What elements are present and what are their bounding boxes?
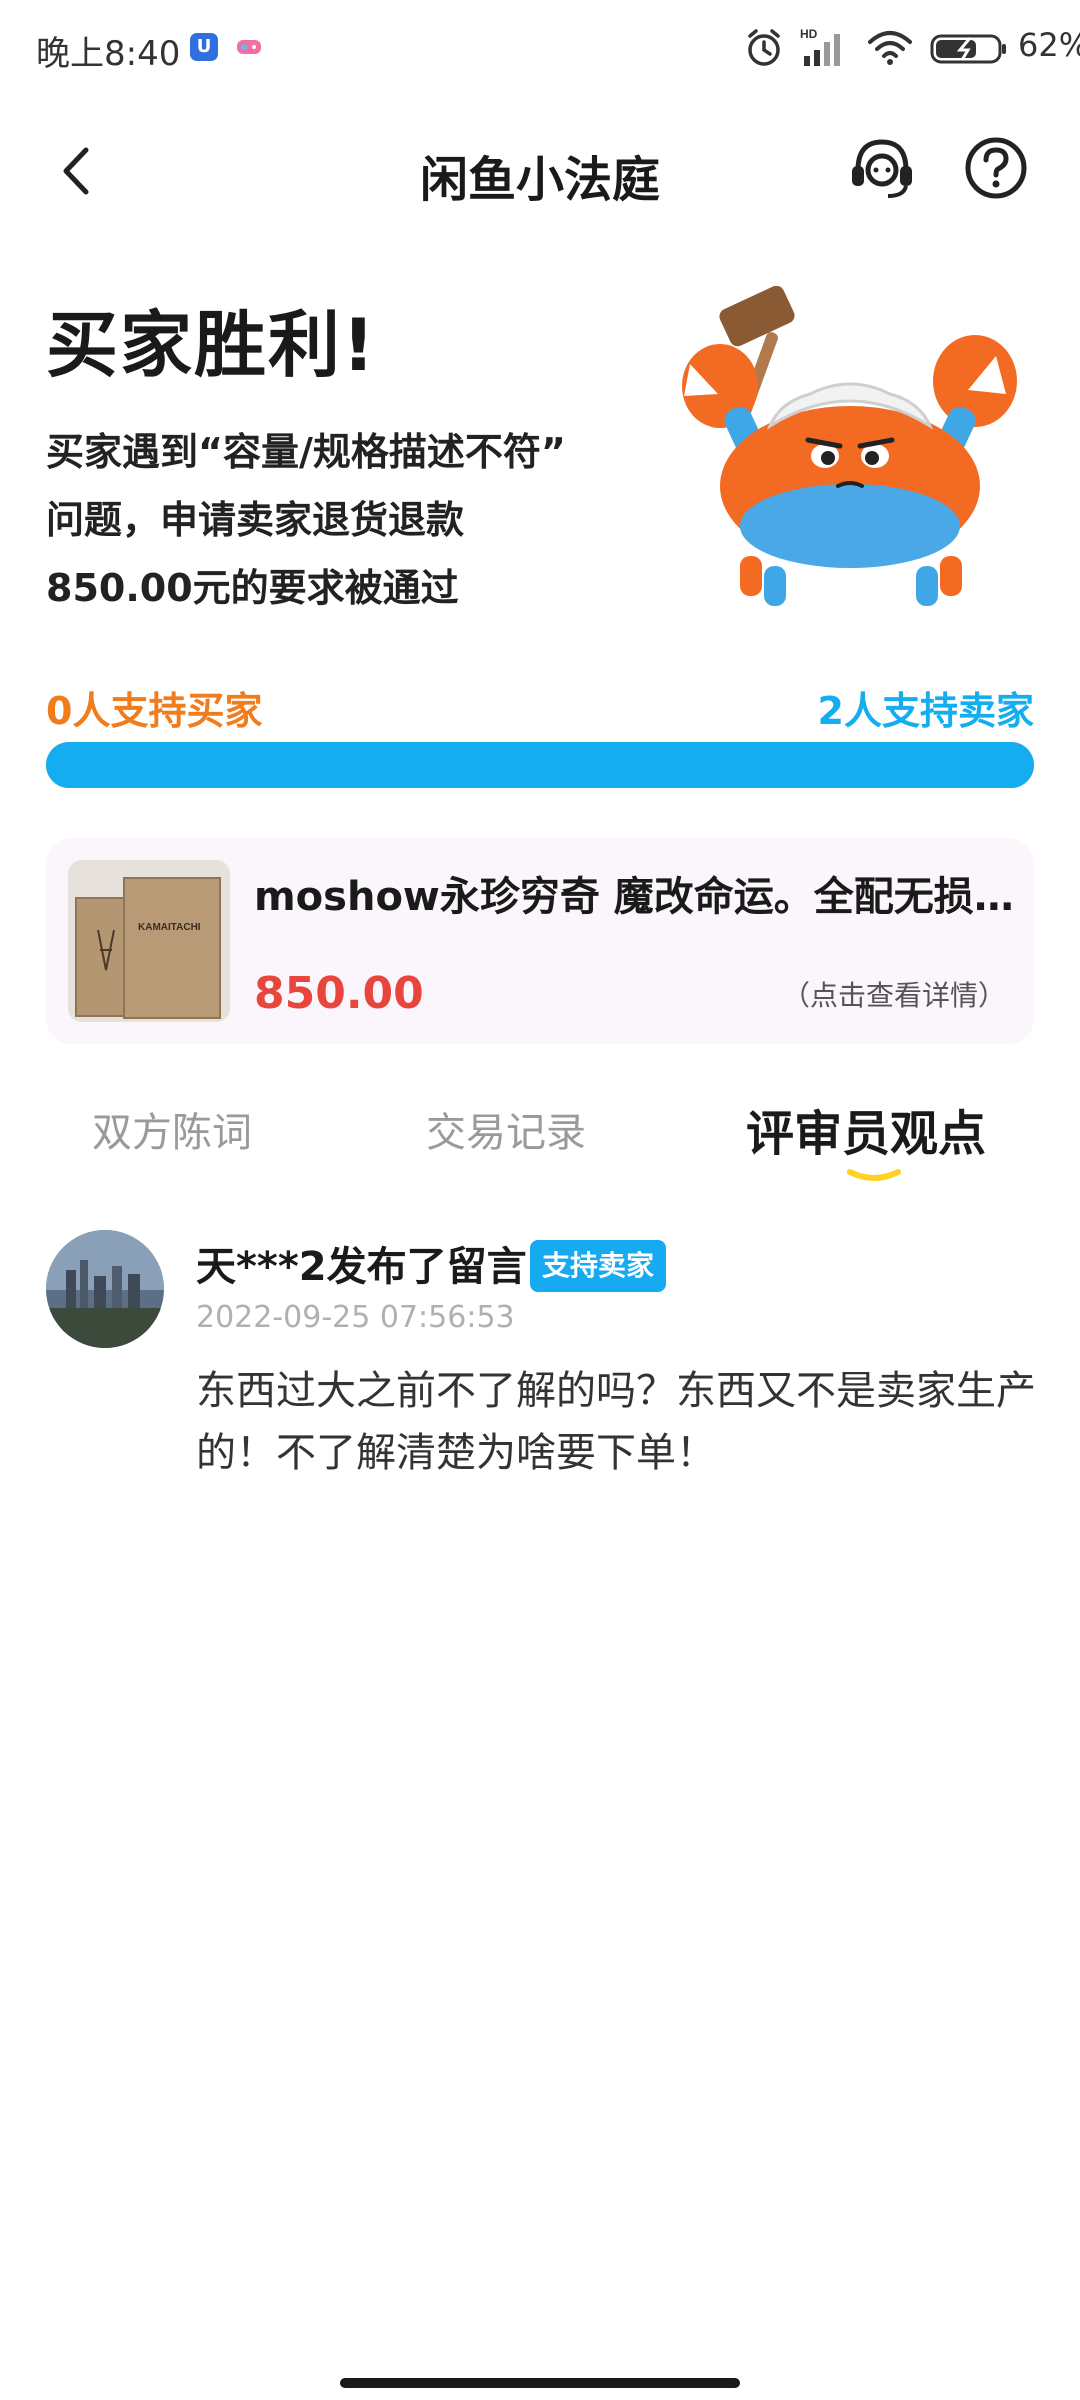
app-header: 闲鱼小法庭 [0, 110, 1080, 230]
crab-judge-mascot [682, 286, 1017, 606]
verdict-description-line: 买家遇到“容量/规格描述不符” [46, 430, 566, 474]
game-notification-icon [237, 40, 261, 54]
product-detail-link[interactable]: （点击查看详情） [782, 974, 1006, 1014]
verdict-title: 买家胜利! [46, 303, 377, 387]
avatar[interactable] [46, 1230, 164, 1348]
active-tab-indicator [847, 1169, 901, 1181]
wifi-icon [868, 31, 912, 65]
page-title: 闲鱼小法庭 [419, 152, 660, 208]
stance-badge: 支持卖家 [530, 1240, 667, 1292]
battery-icon [930, 34, 1006, 64]
seller-support-count: 2人支持卖家 [817, 689, 1034, 733]
buyer-support-count: 0人支持买家 [46, 689, 263, 733]
vote-ratio-seller-fill [46, 742, 1034, 788]
product-thumb-text: KAMAITACHI [138, 922, 201, 933]
cellular-signal-icon: HD [800, 27, 840, 66]
tab-reviewer-opinions[interactable]: 评审员观点 [746, 1094, 986, 1164]
verdict-description-line: 850.00元的要求被通过 [46, 566, 459, 610]
comment-timestamp: 2022-09-25 07:56:53 [196, 1300, 515, 1335]
vote-ratio-bar [46, 742, 1034, 788]
product-thumbnail: KAMAITACHI [68, 860, 230, 1022]
verdict-description: 买家遇到“容量/规格描述不符” 问题，申请卖家退货退款 850.00元的要求被通… [46, 418, 646, 622]
network-label: HD [800, 27, 818, 41]
product-card[interactable]: KAMAITACHI moshow永珍穷奇 魔改命运。全配无损带... 850.… [46, 838, 1034, 1044]
status-bar: 晚上8:40 U HD 62% [0, 0, 1080, 96]
product-price: 850.00 [254, 968, 424, 1019]
tab-bar: 双方陈词 交易记录 评审员观点 [0, 1090, 1080, 1200]
status-time: 晚上8:40 [36, 34, 181, 74]
tab-statements[interactable]: 双方陈词 [92, 1100, 252, 1158]
comment-author: 天***2发布了留言 [196, 1244, 527, 1290]
app-notification-icon: U [190, 33, 218, 61]
battery-percent: 62% [1018, 26, 1080, 64]
tab-transaction-records[interactable]: 交易记录 [426, 1100, 586, 1158]
alarm-icon [748, 29, 780, 66]
product-title: moshow永珍穷奇 魔改命运。全配无损带... [254, 874, 1014, 920]
verdict-description-line: 问题，申请卖家退货退款 [46, 498, 465, 542]
customer-service-icon[interactable] [846, 132, 918, 204]
home-indicator[interactable] [340, 2378, 740, 2388]
comment-text: 东西过大之前不了解的吗？东西又不是卖家生产的！不了解清楚为啥要下单！ [196, 1368, 1036, 1476]
help-icon[interactable] [962, 134, 1030, 202]
